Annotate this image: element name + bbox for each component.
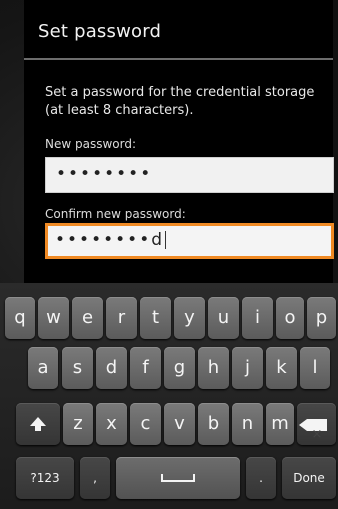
key-n[interactable]: n: [232, 403, 263, 445]
dialog-title: Set password: [38, 21, 162, 42]
new-password-field[interactable]: ••••••••: [45, 157, 334, 193]
key-o[interactable]: o: [276, 297, 304, 339]
title-divider: [24, 58, 333, 60]
key-w[interactable]: w: [38, 297, 69, 339]
text-caret: [165, 231, 167, 249]
key-z[interactable]: z: [63, 403, 93, 445]
key-b[interactable]: b: [198, 403, 229, 445]
key-h[interactable]: h: [198, 347, 229, 389]
key-t[interactable]: t: [140, 297, 171, 339]
key-j[interactable]: j: [232, 347, 263, 389]
period-key[interactable]: .: [246, 457, 276, 499]
key-x[interactable]: x: [96, 403, 127, 445]
confirm-password-typed-char: d: [151, 230, 165, 250]
confirm-password-value: ••••••••d: [55, 230, 167, 250]
confirm-password-field[interactable]: ••••••••d: [45, 223, 334, 259]
key-m[interactable]: m: [266, 403, 294, 445]
dialog-message: Set a password for the credential storag…: [45, 85, 315, 118]
set-password-dialog: Set password Set a password for the cred…: [24, 0, 334, 283]
space-key[interactable]: [116, 457, 240, 499]
confirm-password-masked: ••••••••: [55, 230, 152, 250]
key-v[interactable]: v: [164, 403, 195, 445]
key-l[interactable]: l: [300, 347, 330, 389]
key-a[interactable]: a: [28, 347, 58, 389]
key-g[interactable]: g: [164, 347, 195, 389]
space-icon: [161, 474, 195, 482]
confirm-password-label: Confirm new password:: [45, 207, 186, 221]
key-k[interactable]: k: [266, 347, 297, 389]
comma-key[interactable]: ,: [80, 457, 110, 499]
key-y[interactable]: y: [174, 297, 205, 339]
new-password-label: New password:: [45, 137, 137, 151]
key-i[interactable]: i: [242, 297, 273, 339]
key-r[interactable]: r: [106, 297, 137, 339]
shift-icon: [30, 417, 46, 431]
backspace-icon: [298, 414, 327, 456]
soft-keyboard: q w e r t y u i o p a s d f g h j k l z …: [0, 283, 338, 509]
shift-key[interactable]: [16, 403, 60, 445]
new-password-value: ••••••••: [56, 164, 153, 184]
key-s[interactable]: s: [62, 347, 93, 389]
done-key[interactable]: Done: [282, 457, 336, 499]
symbols-key[interactable]: ?123: [16, 457, 74, 499]
backspace-key[interactable]: [297, 403, 336, 456]
key-q[interactable]: q: [5, 297, 35, 339]
key-u[interactable]: u: [208, 297, 239, 339]
key-p[interactable]: p: [307, 297, 336, 339]
key-c[interactable]: c: [130, 403, 161, 445]
key-d[interactable]: d: [96, 347, 127, 389]
key-f[interactable]: f: [130, 347, 161, 389]
key-e[interactable]: e: [72, 297, 103, 339]
